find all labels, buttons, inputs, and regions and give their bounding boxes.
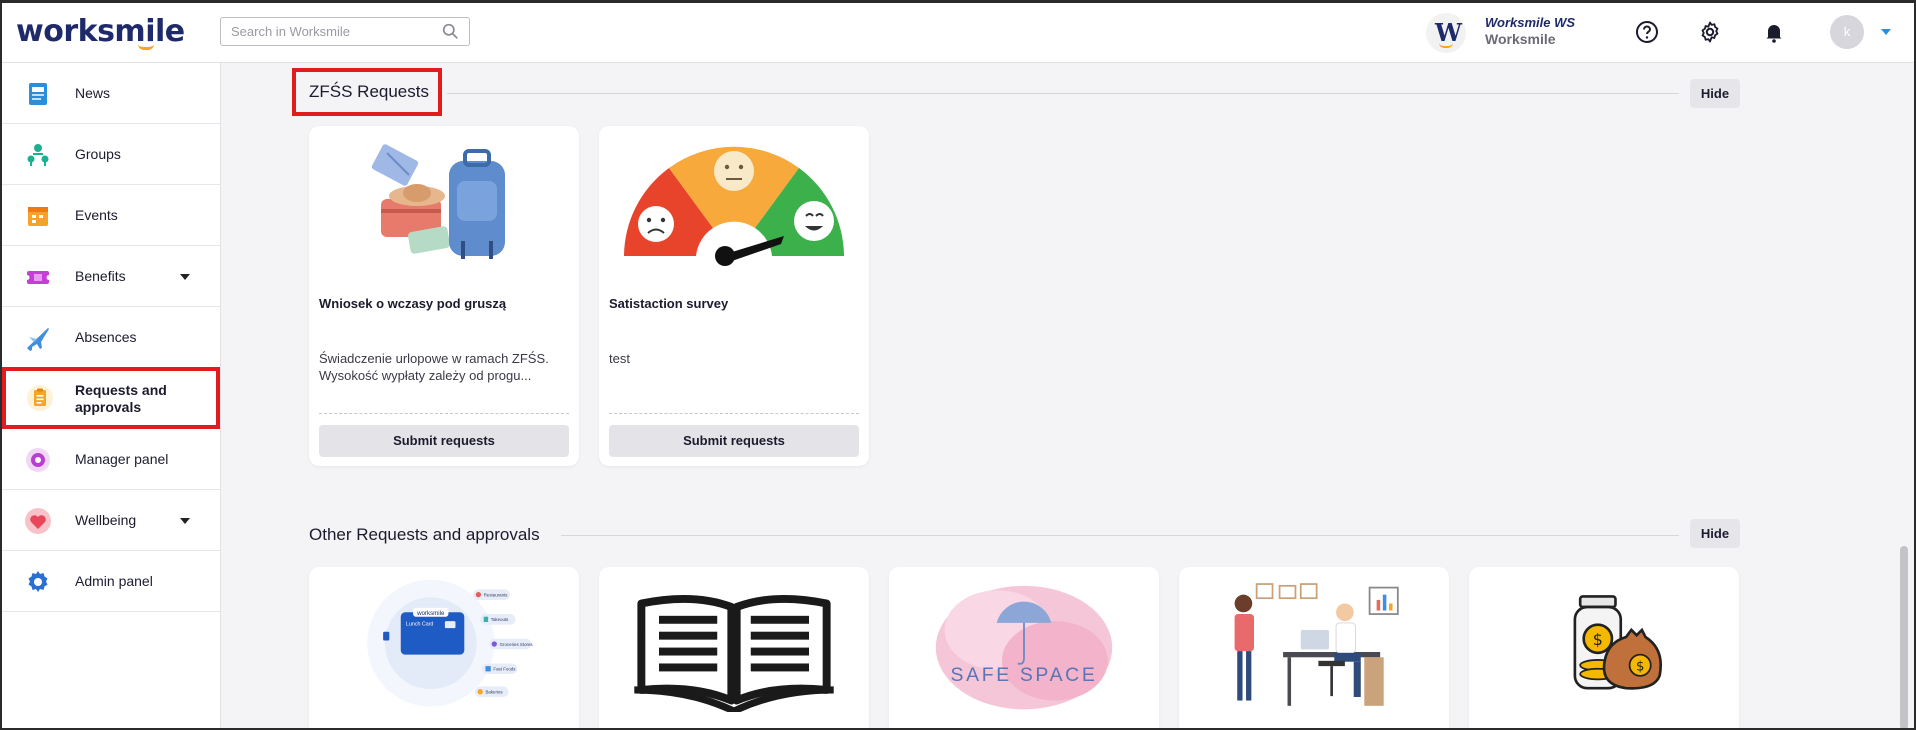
travel-luggage-illustration <box>371 144 505 259</box>
sidebar-item-label: Wellbeing <box>75 512 137 528</box>
sidebar-item-label: Events <box>75 207 118 223</box>
sidebar-item-label: Admin panel <box>75 573 153 589</box>
worksmile-logo[interactable]: worksmile <box>16 14 185 49</box>
office-meeting-illustration <box>1234 583 1399 706</box>
sidebar-item-news[interactable]: News <box>0 63 221 124</box>
bubble-label: Fast Foods <box>493 667 516 672</box>
card-sub-text: Lunch Card <box>406 622 433 628</box>
calendar-icon <box>28 207 48 226</box>
section-divider <box>561 535 1679 536</box>
card-description-line: test <box>609 351 630 366</box>
svg-text:$: $ <box>1636 660 1644 675</box>
sidebar-item-admin-panel[interactable]: Admin panel <box>0 551 221 612</box>
sidebar-item-label: Requests and approvals <box>75 382 167 415</box>
logo-smile-icon <box>138 44 154 50</box>
sidebar-item-label: Groups <box>75 146 121 162</box>
bubble-label: Bakeries <box>485 689 503 694</box>
safe-space-illustration: SAFE SPACE <box>935 585 1113 710</box>
search-icon[interactable] <box>442 23 459 40</box>
clipboard-icon <box>27 385 53 411</box>
sidebar-item-label: Manager panel <box>75 451 169 467</box>
request-card-money[interactable]: $ $ <box>1469 567 1739 730</box>
company-name[interactable]: Worksmile WS <box>1485 15 1575 30</box>
zfss-hide-button[interactable]: Hide <box>1690 79 1740 108</box>
card-title: Satistaction survey <box>609 296 729 311</box>
scrollbar-thumb[interactable] <box>1900 546 1908 730</box>
sidebar-item-label: News <box>75 85 111 101</box>
section-divider <box>447 93 1679 94</box>
money-jar-illustration: $ $ <box>1573 595 1663 690</box>
submit-requests-button[interactable]: Submit requests <box>609 425 859 457</box>
safe-space-text: SAFE SPACE <box>951 664 1098 686</box>
request-card-lunch[interactable]: worksmile Lunch Card Restaurants Takeout… <box>309 567 579 730</box>
search-placeholder: Search in Worksmile <box>231 24 350 39</box>
news-icon <box>29 83 47 105</box>
sidebar-item-events[interactable]: Events <box>0 185 221 246</box>
request-card-holiday[interactable]: Wniosek o wczasy pod gruszą Świadczenie … <box>309 126 579 466</box>
help-icon[interactable] <box>1635 20 1659 44</box>
search-input[interactable]: Search in Worksmile <box>220 17 470 46</box>
company-logo[interactable]: W <box>1426 13 1466 53</box>
satisfaction-gauge-illustration <box>624 146 844 266</box>
notifications-bell-icon[interactable] <box>1762 20 1786 44</box>
card-description: test <box>609 350 859 367</box>
company-smile-icon <box>1439 43 1453 48</box>
bubble-label: Takeouts <box>491 617 509 622</box>
svg-text:$: $ <box>1593 630 1603 649</box>
sidebar-item-benefits[interactable]: Benefits <box>0 246 221 307</box>
user-avatar[interactable]: k <box>1830 15 1864 49</box>
heart-icon <box>25 508 51 534</box>
request-card-survey[interactable]: Satistaction survey test Submit requests <box>599 126 869 466</box>
card-description-line: Wysokość wypłaty zależy od progu... <box>319 368 532 383</box>
card-separator <box>319 413 569 414</box>
other-hide-button[interactable]: Hide <box>1690 519 1740 548</box>
open-book-illustration <box>634 594 834 712</box>
lunch-card-illustration: worksmile Lunch Card Restaurants Takeout… <box>367 579 534 707</box>
manager-icon <box>26 448 50 472</box>
zfss-section-title: ZFŚS Requests <box>309 82 429 101</box>
request-card-safe-space[interactable]: SAFE SPACE <box>889 567 1159 730</box>
sidebar: News Groups Events Benefits Absences Req… <box>0 63 221 730</box>
settings-gear-icon[interactable] <box>1698 20 1722 44</box>
sidebar-item-label: Absences <box>75 329 137 345</box>
card-separator <box>609 413 859 414</box>
chevron-down-icon[interactable] <box>180 518 190 524</box>
top-bar: worksmile Search in Worksmile W Worksmil… <box>0 0 1916 63</box>
user-menu-caret-icon[interactable] <box>1881 29 1891 35</box>
chevron-down-icon[interactable] <box>180 274 190 280</box>
card-description-line: Świadczenie urlopowe w ramach ZFŚS. <box>319 351 549 366</box>
sidebar-item-manager-panel[interactable]: Manager panel <box>0 429 221 490</box>
ticket-icon <box>24 271 52 284</box>
submit-requests-button[interactable]: Submit requests <box>319 425 569 457</box>
groups-icon <box>27 144 49 166</box>
card-brand-text: worksmile <box>416 610 445 617</box>
card-description: Świadczenie urlopowe w ramach ZFŚS. Wyso… <box>319 350 569 384</box>
company-subtitle: Worksmile <box>1485 31 1556 47</box>
plane-icon <box>27 328 49 351</box>
other-section-title: Other Requests and approvals <box>309 525 540 544</box>
request-card-book[interactable] <box>599 567 869 730</box>
sidebar-item-absences[interactable]: Absences <box>0 307 221 368</box>
sidebar-item-label: Benefits <box>75 268 126 284</box>
gear-icon <box>28 571 48 592</box>
bubble-label: Restaurants <box>484 592 509 597</box>
sidebar-item-requests-and-approvals[interactable]: Requests and approvals <box>2 367 220 429</box>
request-card-office[interactable] <box>1179 567 1449 730</box>
card-title: Wniosek o wczasy pod gruszą <box>319 296 507 311</box>
sidebar-item-groups[interactable]: Groups <box>0 124 221 185</box>
bubble-label: Groceries Stores <box>500 642 534 647</box>
sidebar-item-wellbeing[interactable]: Wellbeing <box>0 490 221 551</box>
